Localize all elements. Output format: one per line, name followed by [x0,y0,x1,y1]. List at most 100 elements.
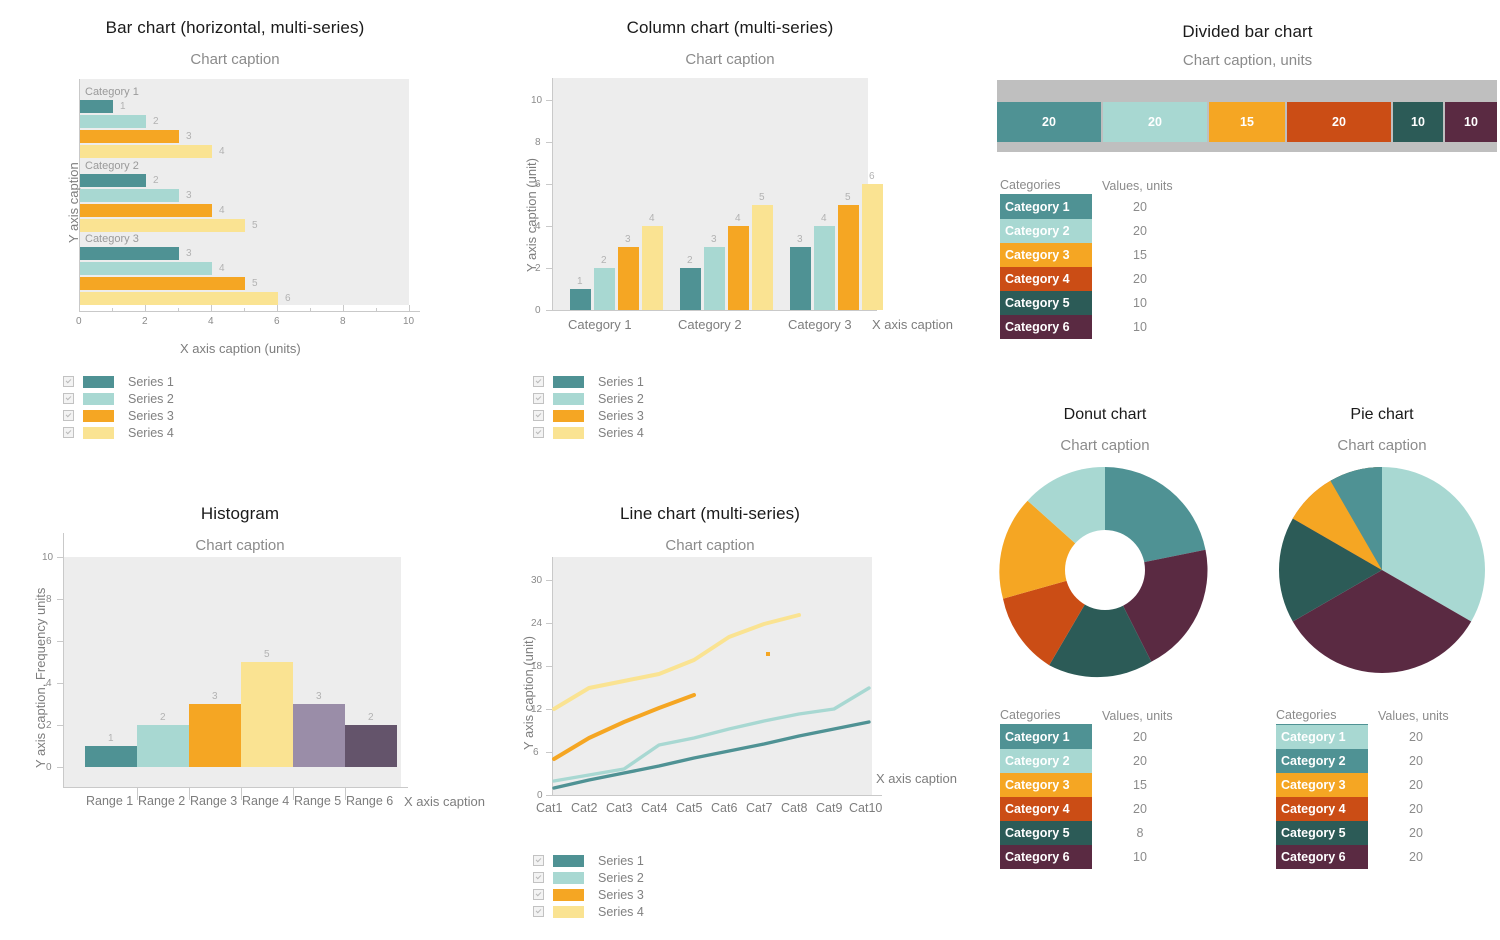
line-chart-xtick-label: Cat7 [746,801,773,815]
line-chart-ytick [546,709,553,710]
histogram-y-axis [63,533,64,787]
column-chart-bar[interactable] [618,247,639,310]
histogram-bar[interactable] [189,704,241,767]
divided-bar-segment[interactable]: 20 [1287,102,1391,142]
legend-item[interactable]: Series 2 [533,390,644,407]
histogram-bar[interactable] [241,662,293,767]
legend-item[interactable]: Series 4 [533,903,644,920]
table-row[interactable]: Category 1 20 [1000,195,1188,219]
column-chart-legend: Series 1 Series 2 Series 3 Series 4 [533,373,644,441]
line-chart-xtick-label: Cat5 [676,801,703,815]
legend-checkbox-icon[interactable] [533,855,544,866]
divided-bar-segment[interactable]: 20 [997,102,1101,142]
table-row[interactable]: Category 2 20 [1276,749,1464,773]
category-value: 10 [1133,296,1147,310]
table-row[interactable]: Category 6 10 [1000,845,1188,869]
category-value: 10 [1133,320,1147,334]
histogram-category-label: Range 5 [294,794,342,808]
category-value: 20 [1409,850,1423,864]
column-chart-bar[interactable] [704,247,725,310]
table-row[interactable]: Category 4 20 [1000,797,1188,821]
legend-item[interactable]: Series 2 [533,869,644,886]
table-row[interactable]: Category 1 20 [1000,725,1188,749]
histogram-y-axis-caption: Y axis caption, Frequency units [33,587,48,768]
divided-bar-segment[interactable]: 10 [1445,102,1497,142]
column-chart-ytick [546,142,553,143]
legend-color-swatch [553,854,584,867]
table-header-values: Values, units [1102,708,1173,723]
column-chart-bar[interactable] [642,226,663,310]
table-row[interactable]: Category 3 20 [1276,773,1464,797]
divided-bar-category-table: Categories Values, units Category 1 20 C… [1000,176,1188,339]
category-value: 10 [1133,850,1147,864]
histogram-bar[interactable] [345,725,397,767]
histogram-xtick [345,788,346,800]
column-chart-bar[interactable] [752,205,773,310]
line-chart-xtick-label: Cat10 [849,801,883,815]
histogram-bar[interactable] [85,746,137,767]
legend-checkbox-icon[interactable] [533,410,544,421]
histogram-bar[interactable] [293,704,345,767]
table-row[interactable]: Category 4 20 [1000,267,1188,291]
column-chart-bar[interactable] [728,226,749,310]
table-row[interactable]: Category 1 20 [1276,725,1464,749]
category-name: Category 6 [1276,845,1368,869]
table-row[interactable]: Category 4 20 [1276,797,1464,821]
column-chart-bar[interactable] [594,268,615,310]
line-chart-xtick-label: Cat1 [536,801,563,815]
divided-bar-title: Divided bar chart [1182,22,1313,41]
category-value: 8 [1136,826,1144,840]
legend-checkbox-icon[interactable] [533,393,544,404]
category-value: 20 [1409,730,1423,744]
legend-item[interactable]: Series 1 [533,852,644,869]
legend-checkbox-icon[interactable] [533,427,544,438]
table-row[interactable]: Category 2 20 [1000,219,1188,243]
column-chart-ytick [546,100,553,101]
legend-item[interactable]: Series 1 [533,373,644,390]
histogram-ytick-label: 10 [42,552,54,563]
column-chart-bar[interactable] [862,184,883,310]
table-row[interactable]: Category 6 10 [1000,315,1188,339]
legend-item[interactable]: Series 3 [533,886,644,903]
category-value: 15 [1133,248,1147,262]
histogram-category-label: Range 2 [138,794,186,808]
category-value: 20 [1133,730,1147,744]
line-chart-ytick [546,752,553,753]
legend-checkbox-icon[interactable] [533,889,544,900]
line-chart-x-axis [552,795,882,796]
divided-bar-segment[interactable]: 15 [1209,102,1285,142]
divided-bar-chart: 20 20 15 20 10 10 [997,80,1497,152]
column-chart-bar[interactable] [570,289,591,310]
column-chart-bar[interactable] [838,205,859,310]
table-row[interactable]: Category 3 15 [1000,243,1188,267]
column-chart-value-label: 3 [711,234,717,245]
column-chart-bar[interactable] [680,268,701,310]
legend-checkbox-icon[interactable] [533,906,544,917]
divided-bar-segment[interactable]: 10 [1393,102,1443,142]
legend-checkbox-icon[interactable] [533,872,544,883]
column-chart-value-label: 5 [845,192,851,203]
legend-item[interactable]: Series 3 [533,407,644,424]
histogram-value-label: 2 [368,712,374,723]
table-row[interactable]: Category 2 20 [1000,749,1188,773]
column-chart-value-label: 5 [759,192,765,203]
table-row[interactable]: Category 5 8 [1000,821,1188,845]
pie-chart-svg [1279,467,1485,673]
legend-label: Series 1 [598,374,644,389]
table-row[interactable]: Category 3 15 [1000,773,1188,797]
table-row[interactable]: Category 5 20 [1276,821,1464,845]
histogram-ytick [57,683,64,684]
table-row[interactable]: Category 5 10 [1000,291,1188,315]
line-chart-y-axis-caption: Y axis caption (unit) [521,636,536,750]
column-chart-bar[interactable] [814,226,835,310]
legend-checkbox-icon[interactable] [533,376,544,387]
category-name: Category 4 [1000,797,1092,821]
table-row[interactable]: Category 6 20 [1276,845,1464,869]
legend-label: Series 3 [598,887,644,902]
column-chart-bar[interactable] [790,247,811,310]
legend-item[interactable]: Series 4 [533,424,644,441]
histogram-bar[interactable] [137,725,189,767]
column-chart-value-label: 6 [869,171,875,182]
divided-bar-segment[interactable]: 20 [1103,102,1207,142]
category-name: Category 6 [1000,315,1092,339]
